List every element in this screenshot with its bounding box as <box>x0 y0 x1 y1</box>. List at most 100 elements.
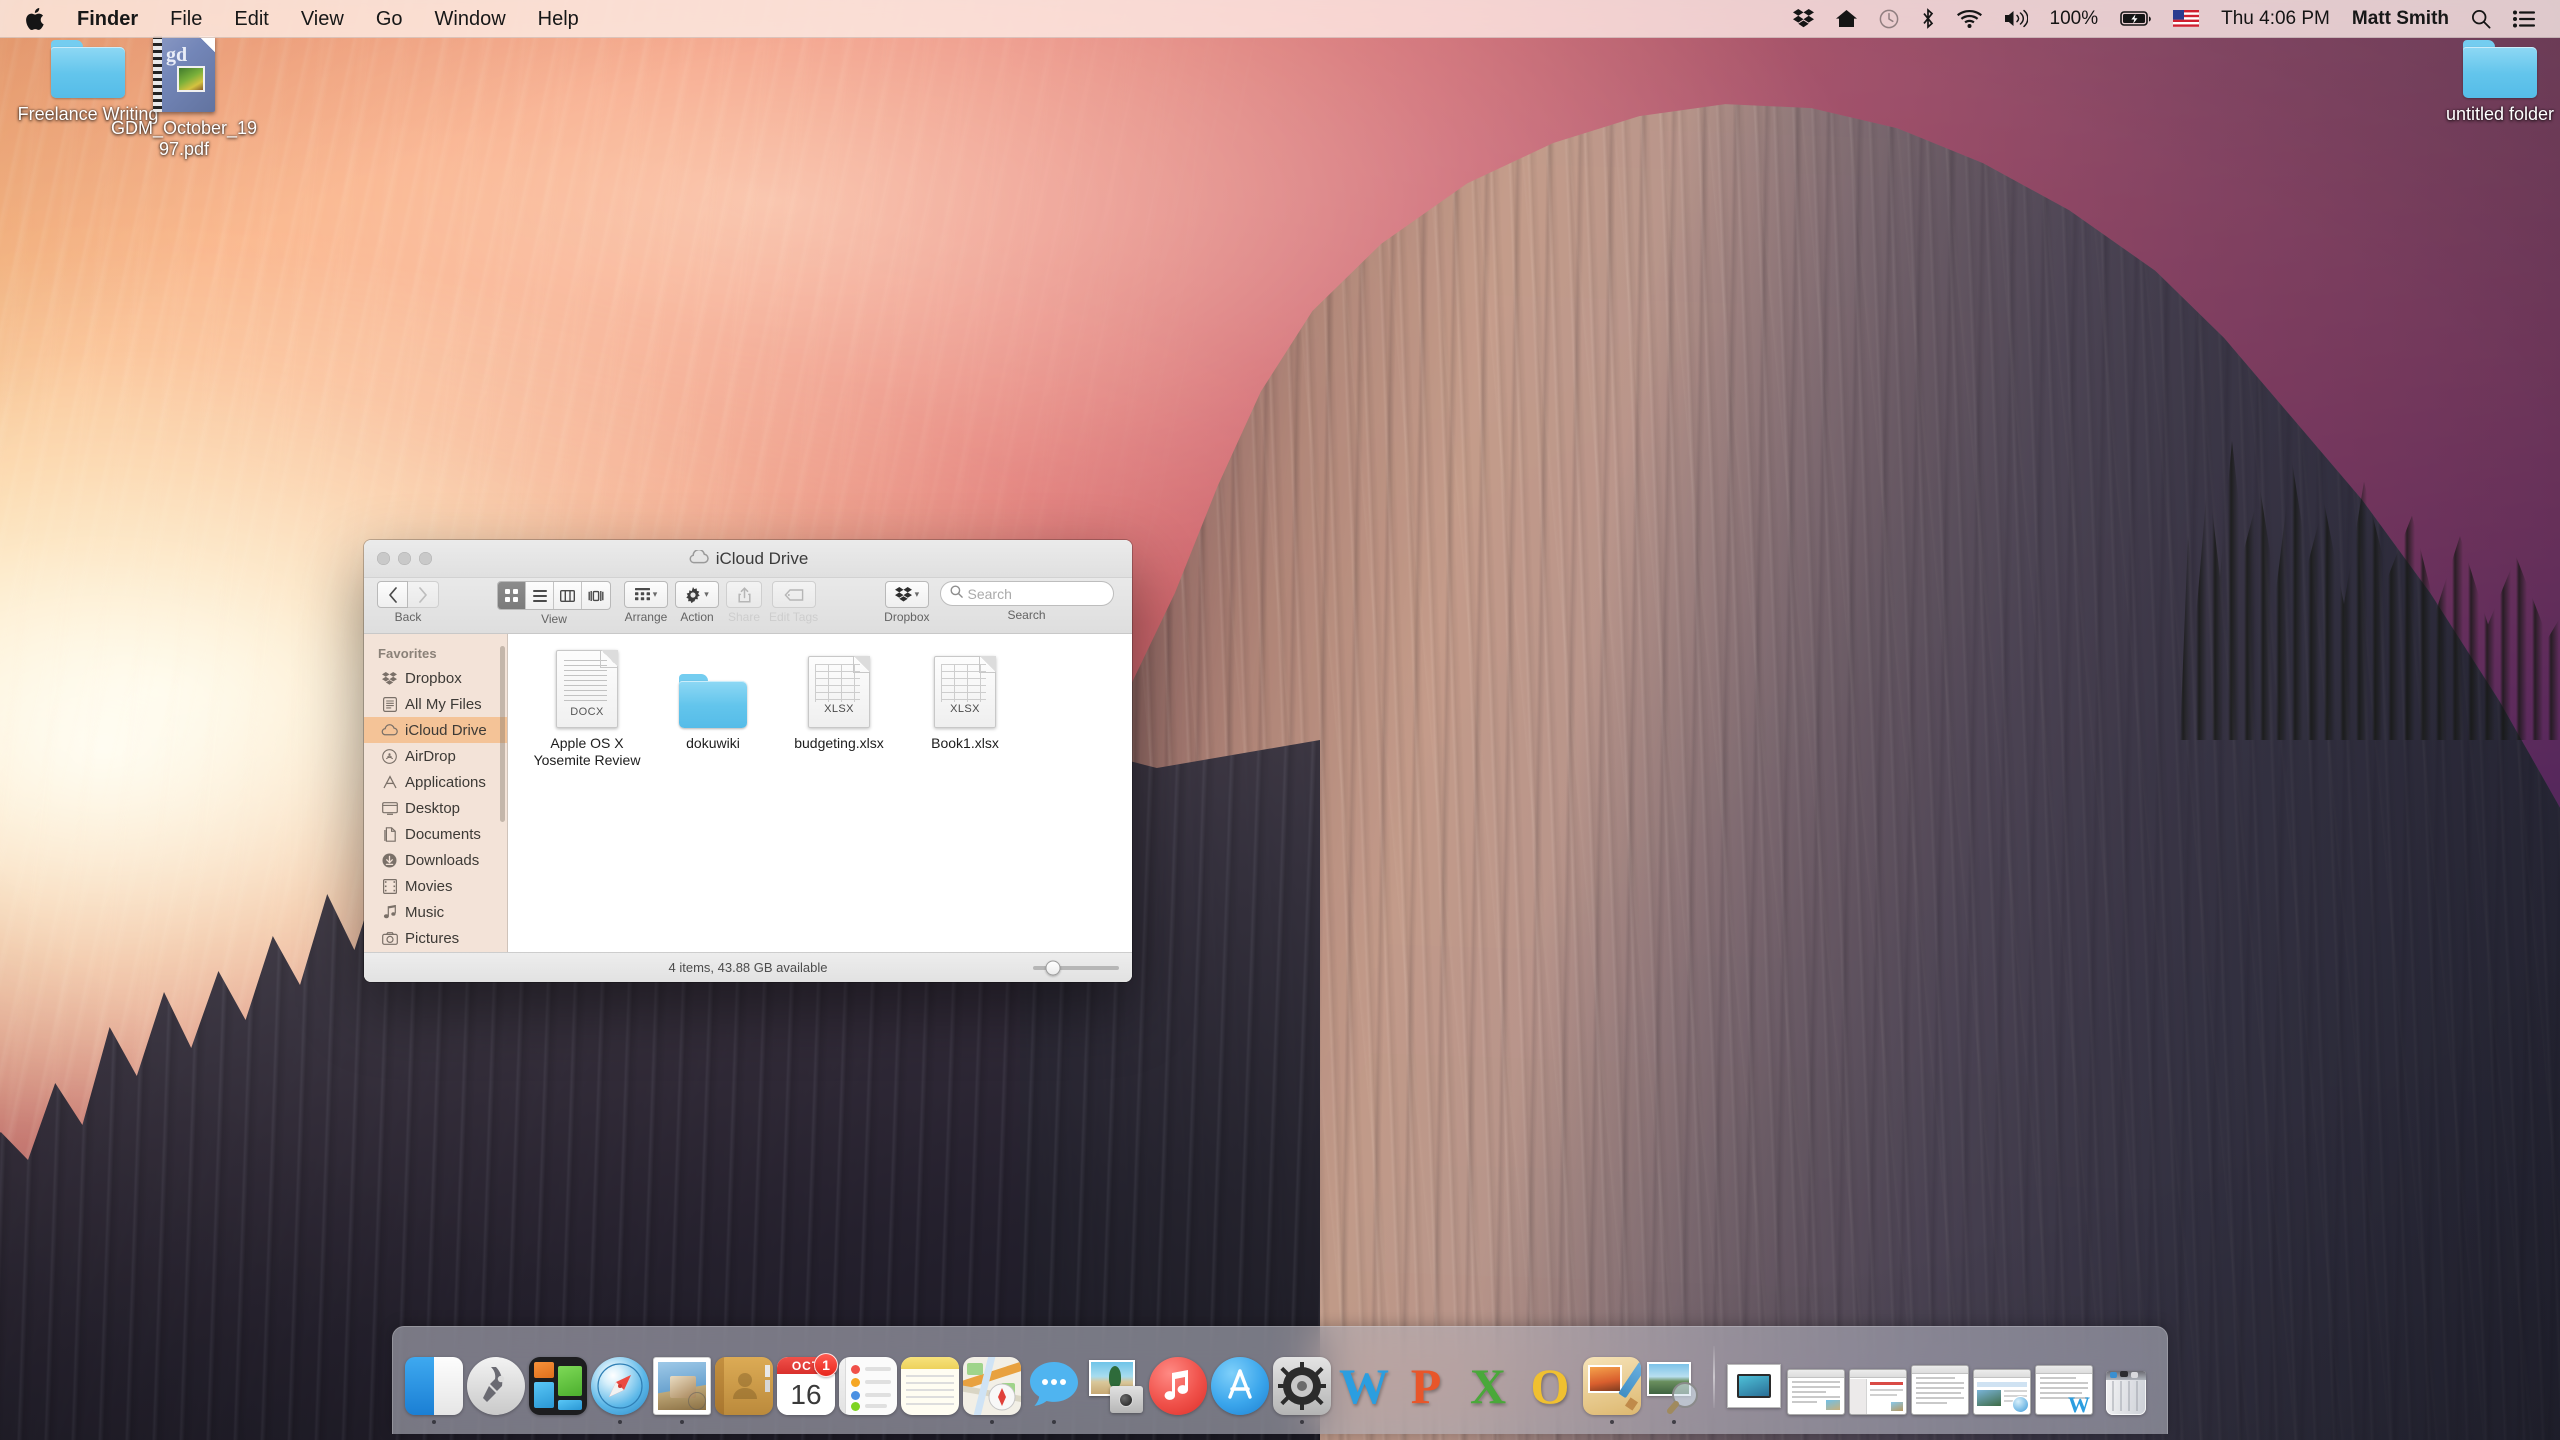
menu-view[interactable]: View <box>285 0 360 38</box>
dock-minimized-word-window[interactable]: W <box>2033 1332 2095 1424</box>
dock-item-photos[interactable] <box>1085 1332 1147 1424</box>
icon-size-slider[interactable] <box>1033 960 1119 975</box>
arrange-button[interactable]: ▾ <box>624 581 668 608</box>
dock-minimized-safari-window[interactable] <box>1971 1332 2033 1424</box>
view-mode-segmented-control[interactable] <box>497 581 611 610</box>
dock-item-outlook[interactable]: O <box>1519 1332 1581 1424</box>
dock-item-calendar[interactable]: OCT 16 1 <box>775 1332 838 1424</box>
sidebar-item-movies[interactable]: Movies <box>364 873 507 899</box>
apple-logo-icon[interactable] <box>20 0 61 38</box>
sidebar-item-dropbox[interactable]: Dropbox <box>364 665 507 691</box>
menu-file[interactable]: File <box>154 0 218 38</box>
wifi-icon[interactable] <box>1946 0 1993 38</box>
volume-icon[interactable] <box>1993 0 2039 38</box>
notification-center-icon[interactable] <box>2502 0 2546 38</box>
calendar-badge: 1 <box>814 1353 838 1377</box>
icon-view-button[interactable] <box>498 582 526 609</box>
zoom-button[interactable] <box>419 552 432 565</box>
dock-item-word[interactable]: W <box>1333 1332 1395 1424</box>
dock-item-mail[interactable] <box>651 1332 713 1424</box>
dropbox-icon[interactable] <box>1782 0 1825 38</box>
all-my-files-icon <box>381 696 398 713</box>
dock-minimized-document-window[interactable] <box>1785 1332 1847 1424</box>
file-item-budgeting-xlsx[interactable]: XLSX budgeting.xlsx <box>776 648 902 769</box>
dock-minimized-mail-window[interactable] <box>1847 1332 1909 1424</box>
sidebar-item-downloads[interactable]: Downloads <box>364 847 507 873</box>
dock-item-notes[interactable] <box>899 1332 961 1424</box>
running-indicator <box>680 1420 684 1424</box>
trash-icon <box>2097 1357 2155 1415</box>
menu-bar-user[interactable]: Matt Smith <box>2341 0 2460 38</box>
calendar-icon: OCT 16 1 <box>777 1353 838 1415</box>
file-item-book1-xlsx[interactable]: XLSX Book1.xlsx <box>902 648 1028 769</box>
coverflow-view-button[interactable] <box>582 582 610 609</box>
sidebar-item-applications[interactable]: Applications <box>364 769 507 795</box>
menu-bar-clock[interactable]: Thu 4:06 PM <box>2210 0 2341 38</box>
sidebar-item-music[interactable]: Music <box>364 899 507 925</box>
share-button[interactable] <box>726 581 762 608</box>
action-button[interactable]: ▾ <box>675 581 719 608</box>
bluetooth-icon[interactable] <box>1910 0 1946 38</box>
dock-item-finder[interactable] <box>403 1332 465 1424</box>
outlook-icon: O <box>1530 1358 1570 1414</box>
dock-item-launchpad[interactable] <box>465 1332 527 1424</box>
menu-go[interactable]: Go <box>360 0 419 38</box>
finder-sidebar[interactable]: Favorites Dropbox All My Files iCloud Dr… <box>364 634 508 952</box>
sidebar-item-pictures[interactable]: Pictures <box>364 925 507 951</box>
dock-item-safari[interactable] <box>589 1332 651 1424</box>
sidebar-item-documents[interactable]: Documents <box>364 821 507 847</box>
file-item-folder[interactable]: dokuwiki <box>650 648 776 769</box>
edit-tags-button[interactable] <box>771 581 816 608</box>
forward-button[interactable] <box>408 581 439 608</box>
sidebar-item-desktop[interactable]: Desktop <box>364 795 507 821</box>
sidebar-item-airdrop[interactable]: AirDrop <box>364 743 507 769</box>
menu-window[interactable]: Window <box>419 0 522 38</box>
search-input[interactable] <box>967 585 1104 602</box>
search-field-wrapper[interactable] <box>939 581 1114 606</box>
desktop-icon-untitled-folder[interactable]: untitled folder <box>2420 40 2560 125</box>
running-indicator <box>1424 1420 1428 1424</box>
finder-file-grid[interactable]: DOCX Apple OS X Yosemite Review dokuwiki <box>508 634 1132 952</box>
house-icon[interactable] <box>1825 0 1868 38</box>
dock-item-system-preferences[interactable] <box>1271 1332 1333 1424</box>
us-flag-icon[interactable] <box>2162 0 2210 38</box>
minimize-button[interactable] <box>398 552 411 565</box>
list-view-button[interactable] <box>526 582 554 609</box>
menu-edit[interactable]: Edit <box>218 0 284 38</box>
sidebar-item-icloud-drive[interactable]: iCloud Drive <box>364 717 507 743</box>
dock-item-image-capture[interactable] <box>1643 1332 1705 1424</box>
dock-minimized-display-window[interactable] <box>1723 1332 1785 1424</box>
back-button[interactable] <box>377 581 408 608</box>
dock-item-contacts[interactable] <box>713 1332 775 1424</box>
desktop-icon-gdm-pdf[interactable]: gd GDM_October_1997.pdf <box>104 36 264 160</box>
movies-icon <box>381 878 398 895</box>
dock-item-trash[interactable] <box>2095 1332 2157 1424</box>
battery-charging-icon[interactable] <box>2109 0 2162 38</box>
dropbox-button[interactable]: ▾ <box>884 581 929 608</box>
dock-item-reminders[interactable] <box>837 1332 899 1424</box>
column-view-button[interactable] <box>554 582 582 609</box>
running-indicator <box>1814 1420 1818 1424</box>
sidebar-item-all-my-files[interactable]: All My Files <box>364 691 507 717</box>
action-label: Action <box>680 610 714 624</box>
running-indicator <box>1114 1420 1118 1424</box>
dock-item-messages[interactable] <box>1023 1332 1085 1424</box>
dock-item-preview[interactable] <box>1581 1332 1643 1424</box>
menu-help[interactable]: Help <box>522 0 595 38</box>
dock-item-excel[interactable]: X <box>1457 1332 1519 1424</box>
dock-item-maps[interactable] <box>961 1332 1023 1424</box>
menu-finder[interactable]: Finder <box>61 0 154 38</box>
dock-item-mission-control[interactable] <box>527 1332 589 1424</box>
file-item-docx[interactable]: DOCX Apple OS X Yosemite Review <box>524 648 650 769</box>
dock-item-app-store[interactable] <box>1209 1332 1271 1424</box>
dock-item-powerpoint[interactable]: P <box>1395 1332 1457 1424</box>
finder-window[interactable]: iCloud Drive Back View ▾ Arrange ▾ Actio… <box>364 540 1132 982</box>
sidebar-scrollbar[interactable] <box>500 646 505 822</box>
search-icon[interactable] <box>2460 0 2502 38</box>
close-button[interactable] <box>377 552 390 565</box>
time-machine-icon[interactable] <box>1868 0 1910 38</box>
icon-size-slider-knob[interactable] <box>1045 960 1061 975</box>
finder-titlebar[interactable]: iCloud Drive <box>364 540 1132 578</box>
dock-minimized-text-window[interactable] <box>1909 1332 1971 1424</box>
dock-item-itunes[interactable] <box>1147 1332 1209 1424</box>
